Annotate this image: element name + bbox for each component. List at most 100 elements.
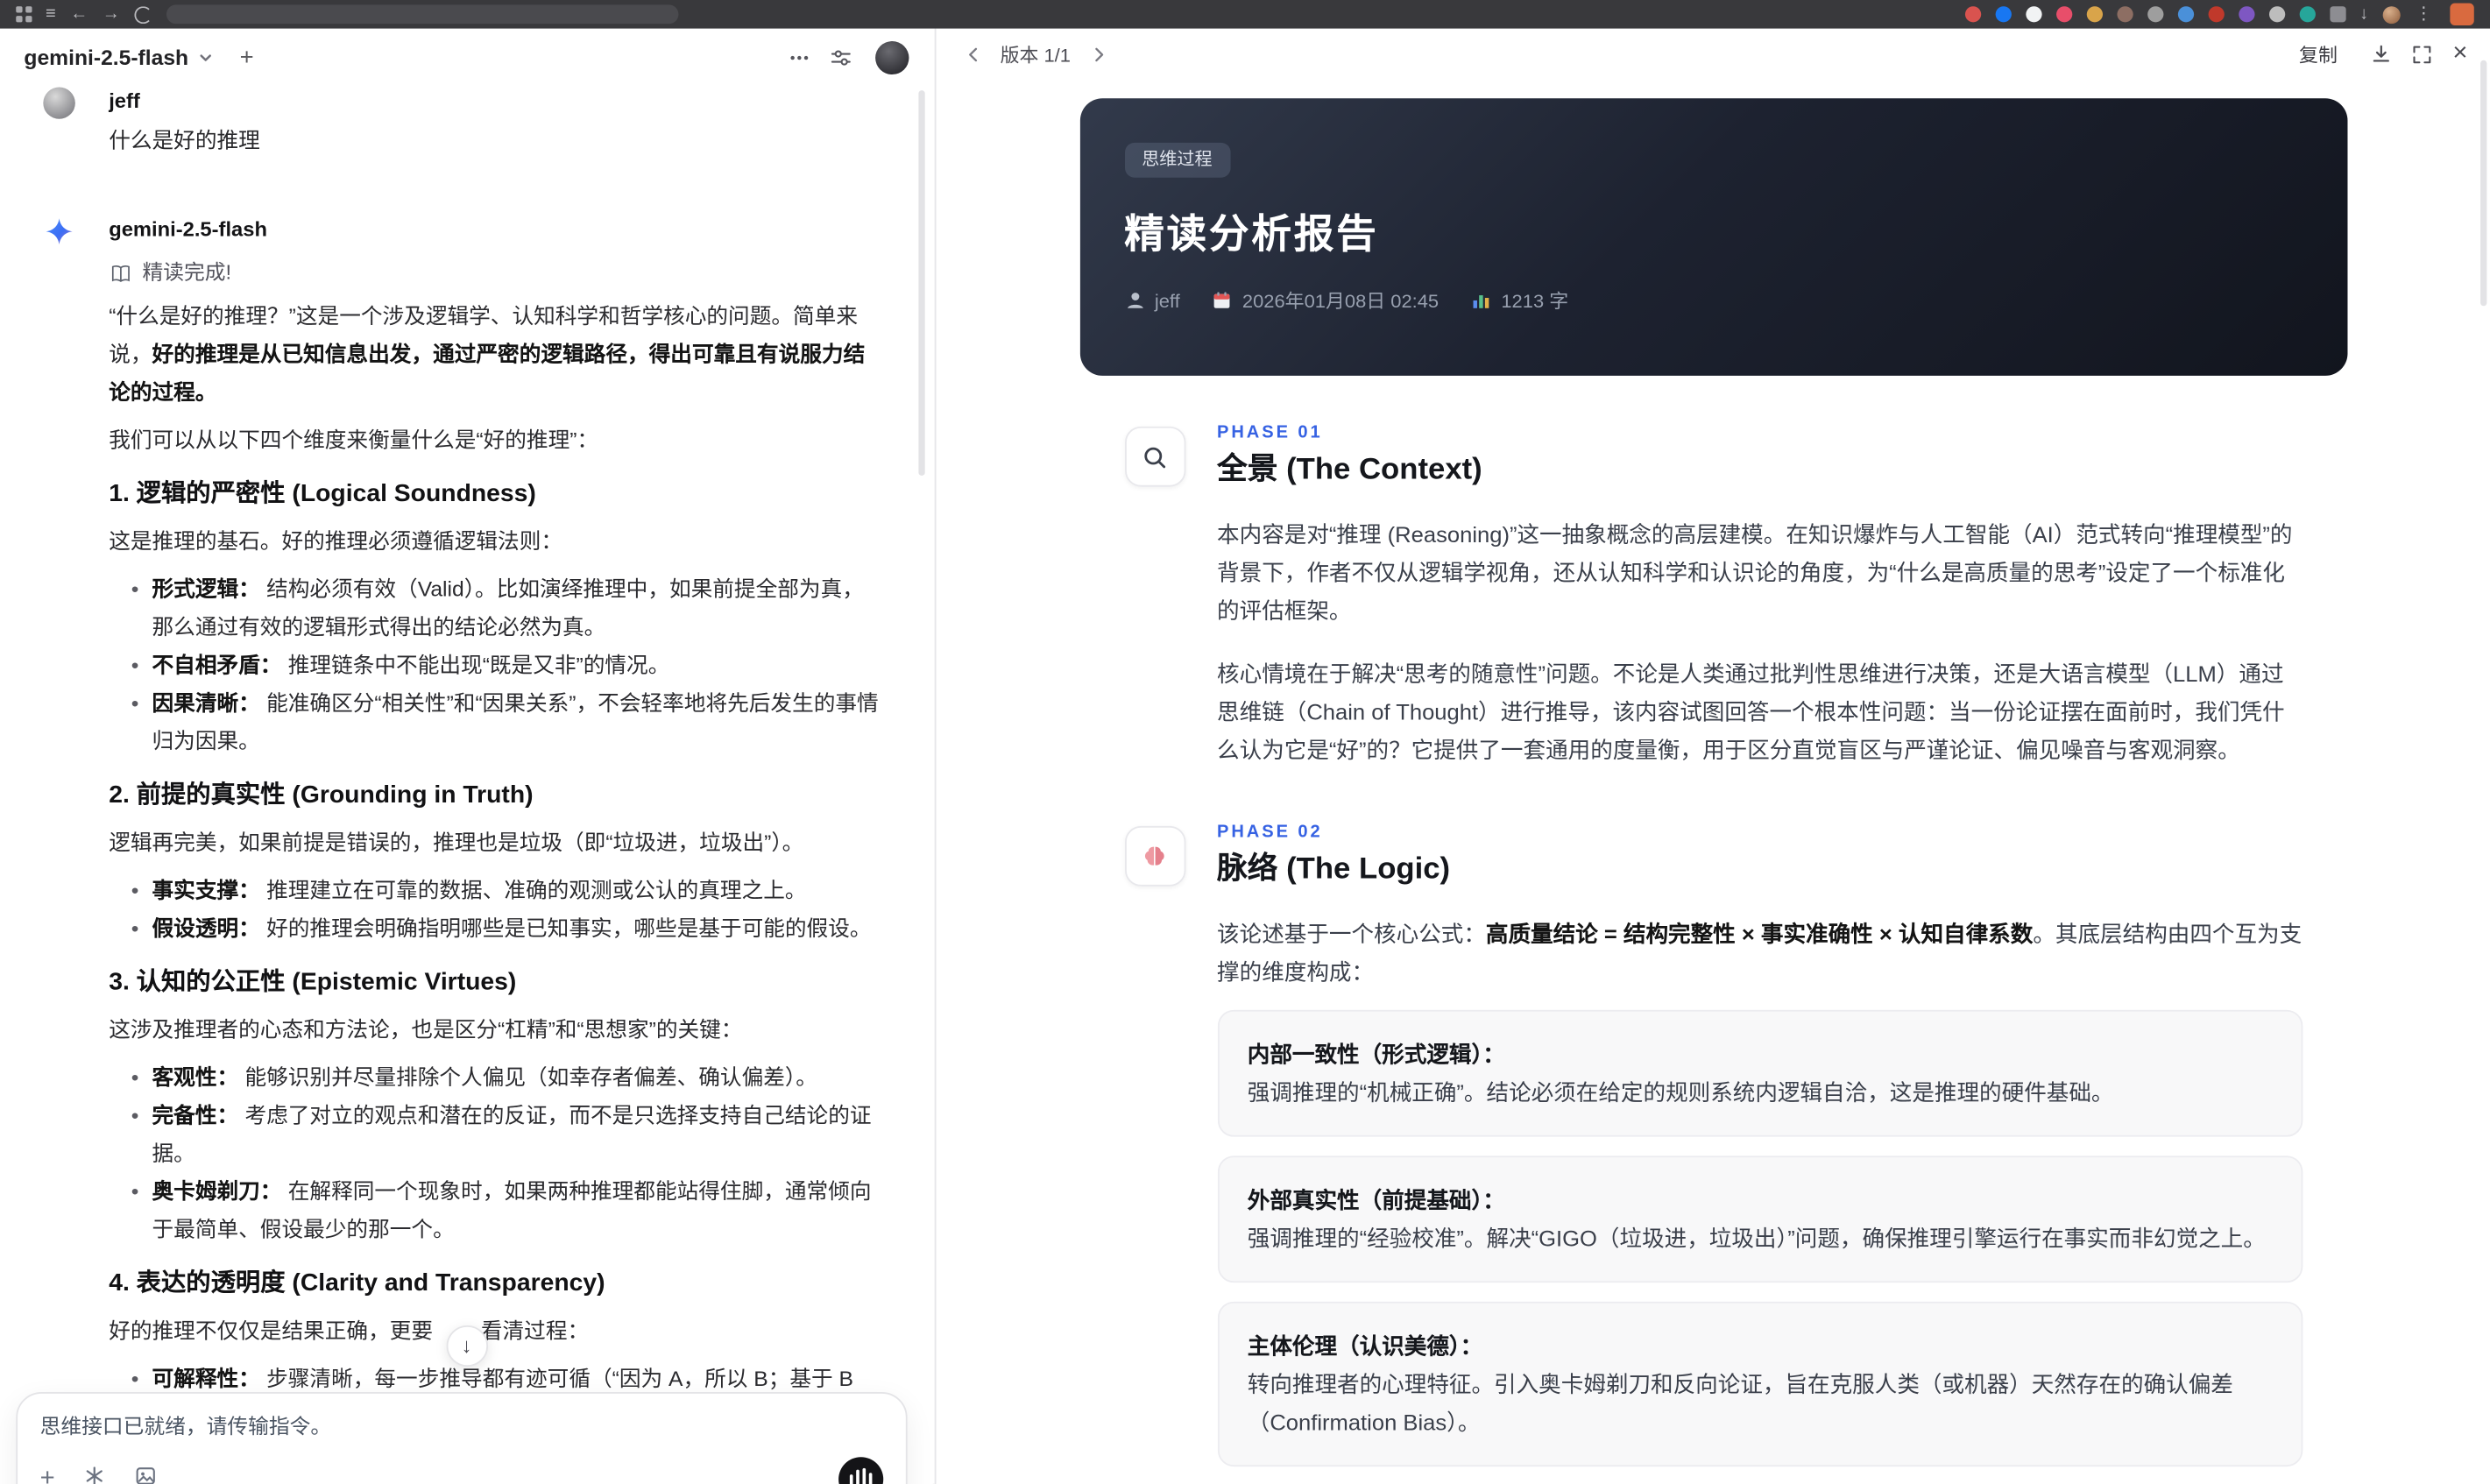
bullet-list: 事实支撑：推理建立在可靠的数据、准确的观测或公认的真理之上。 假设透明：好的推理… [109,872,883,948]
list-item: 假设透明：好的推理会明确指明哪些是已知事实，哪些是基于可能的假设。 [131,910,884,948]
list-item: 奥卡姆剃刀：在解释同一个现象时，如果两种推理都能站得住脚，通常倾向于最简单、假设… [131,1173,884,1249]
brain-icon [1124,825,1185,887]
fullscreen-icon [2413,45,2431,63]
chevron-down-icon [200,53,211,60]
settings-button[interactable] [824,41,857,73]
waveform-icon [849,1473,853,1484]
phase-title: 全景 (The Context) [1217,453,1482,487]
back-icon[interactable]: ← [70,0,88,29]
model-title: gemini-2.5-flash [24,45,189,69]
list-item: 事实支撑：推理建立在可靠的数据、准确的观测或公认的真理之上。 [131,872,884,909]
downloads-icon[interactable]: ↓ [2359,0,2368,29]
apps-grid-icon[interactable] [16,6,32,22]
new-chat-button[interactable]: + [240,46,254,69]
phase-label: PHASE 02 [1217,823,1323,843]
card-title: 内部一致性（形式逻辑）： [1247,1042,1505,1067]
version-label: 版本 1/1 [1000,43,1071,67]
extension-icon[interactable] [2147,6,2163,23]
message-author: gemini-2.5-flash [109,216,267,242]
forward-icon[interactable]: → [103,0,120,29]
paragraph: 这是推理的基石。好的推理必须遵循逻辑法则： [109,529,563,554]
menu-icon[interactable]: ≡ [46,0,56,29]
extension-icon[interactable] [2025,6,2041,23]
artifact-header: 版本 1/1 复制 × [937,29,2490,80]
download-icon [2373,45,2389,62]
list-item: 完备性：考虑了对立的观点和潜在的反证，而不是只选择支持自己结论的证据。 [131,1097,884,1173]
report-title: 精读分析报告 [1124,212,1379,258]
chevron-right-icon [1094,46,1103,61]
calendar-icon [1214,292,1230,308]
paragraph: 逻辑再完美，如果前提是错误的，推理也是垃圾（即“垃圾进，垃圾出”）。 [109,830,804,855]
add-attachment-button[interactable]: + [40,1466,55,1484]
chat-message-list[interactable]: jeff 什么是好的推理 gemini-2.5-flash 精读完成! “什么是… [0,86,933,1484]
extensions-puzzle-icon[interactable] [2329,6,2345,23]
card-body: 强调推理的“经验校准”。解决“GIGO（垃圾进，垃圾出）”问题，确保推理引擎运行… [1247,1225,2266,1251]
sidebar-toggle-icon[interactable] [2450,3,2474,25]
assistant-markdown: “什么是好的推理？”这是一个涉及逻辑学、认知科学和哲学核心的问题。简单来说，好的… [109,298,883,1398]
browser-menu-icon[interactable]: ⋮ [2415,0,2432,29]
chevron-left-icon [968,46,977,61]
message-text: 什么是好的推理 [109,128,260,152]
card-title: 外部真实性（前提基础）： [1247,1187,1505,1213]
reading-status: 精读完成! [109,258,883,287]
tune-icon [830,49,850,65]
next-version-button[interactable] [1084,39,1113,68]
list-item: 不自相矛盾：推理链条中不能出现“既是又非”的情况。 [131,647,884,684]
bullet-list: 客观性：能够识别并尽量排除个人偏见（如幸存者偏差、确认偏差）。 完备性：考虑了对… [109,1059,883,1249]
assistant-message: gemini-2.5-flash 精读完成! “什么是好的推理？”这是一个涉及逻… [43,214,883,1398]
text-run: 好的推理不仅仅是结果正确，更要 [109,1318,434,1343]
phase-section-context: PHASE 01 全景 (The Context) 本内容是对“推理 (Reas… [1079,423,2347,769]
model-selector[interactable]: gemini-2.5-flash [24,46,214,69]
bullet-list: 形式逻辑：结构必须有效（Valid）。比如演绎推理中，如果前提全部为真，那么通过… [109,571,883,761]
extension-icon[interactable] [1964,6,1981,23]
paragraph: “什么是好的推理？”这是一个涉及逻辑学、认知科学和哲学核心的问题。简单来说，好的… [109,298,883,412]
address-bar[interactable] [166,4,679,25]
expand-button[interactable] [2408,39,2437,68]
user-avatar [43,87,75,119]
extension-icon[interactable] [1994,6,2011,23]
reload-icon[interactable] [134,5,152,24]
account-avatar[interactable] [875,40,909,74]
bold-run: 好的推理是从已知信息出发，通过严密的逻辑路径，得出可靠且有说服力结论的过程。 [109,342,866,405]
more-button[interactable] [782,41,815,73]
list-item: 因果清晰：能准确区分“相关性”和“因果关系”，不会轻率地将先后发生的事情归为因果… [131,685,884,761]
paragraph: 该论述基于一个核心公式：高质量结论 = 结构完整性 × 事实准确性 × 认知自律… [1217,921,2303,985]
more-icon [789,54,808,60]
extension-icon[interactable] [2055,6,2072,23]
image-upload-button[interactable] [135,1464,158,1484]
extension-icon[interactable] [2207,6,2224,23]
image-icon [137,1466,156,1484]
report-document: 思维过程 精读分析报告 jeff 2026年01月08日 02:45 1213 … [1079,98,2347,1467]
message-author: jeff [109,88,140,113]
list-item: 客观性：能够识别并尽量排除个人偏见（如幸存者偏差、确认偏差）。 [131,1059,884,1097]
plugin-button[interactable] [84,1464,107,1484]
status-text: 精读完成! [142,259,232,284]
artifact-scrollbar[interactable] [2480,60,2487,307]
paragraph: 这涉及推理者的心态和方法论，也是区分“杠精”和“思想家”的关键： [109,1017,743,1042]
extension-icon[interactable] [2116,6,2133,23]
download-button[interactable] [2366,39,2395,68]
section-heading: 3. 认知的公正性 (Epistemic Virtues) [109,968,517,996]
text-run: 看清过程： [480,1318,590,1343]
copy-button[interactable]: 复制 [2299,40,2338,67]
browser-profile-avatar[interactable] [2382,5,2401,24]
extension-icon[interactable] [2268,6,2285,23]
artifact-panel: 版本 1/1 复制 × 思维过程 精读分析报告 jeff 2026年01月08日… [934,28,2490,1484]
composer-toolbar: + [40,1457,884,1484]
extension-icon[interactable] [2238,6,2254,23]
close-button[interactable]: × [2452,40,2467,67]
phase-section-logic: PHASE 02 脉络 (The Logic) 该论述基于一个核心公式：高质量结… [1079,823,2347,1467]
paragraph: 本内容是对“推理 (Reasoning)”这一抽象概念的高层建模。在知识爆炸与人… [1217,521,2293,624]
extension-icon[interactable] [2298,6,2316,23]
message-input[interactable]: 思维接口已就绪，请传输指令。 [40,1413,884,1442]
chat-header: gemini-2.5-flash + [0,29,933,86]
section-heading: 1. 逻辑的严密性 (Logical Soundness) [109,480,536,508]
scroll-to-bottom-button[interactable]: ↓ [445,1325,488,1367]
extension-icon[interactable] [2176,6,2194,23]
extension-icon[interactable] [2085,6,2103,23]
report-badge: 思维过程 [1124,142,1230,178]
prev-version-button[interactable] [959,39,987,68]
gemini-sparkle-icon [43,216,75,247]
voice-input-button[interactable] [838,1457,884,1484]
chat-scrollbar[interactable] [918,90,925,476]
